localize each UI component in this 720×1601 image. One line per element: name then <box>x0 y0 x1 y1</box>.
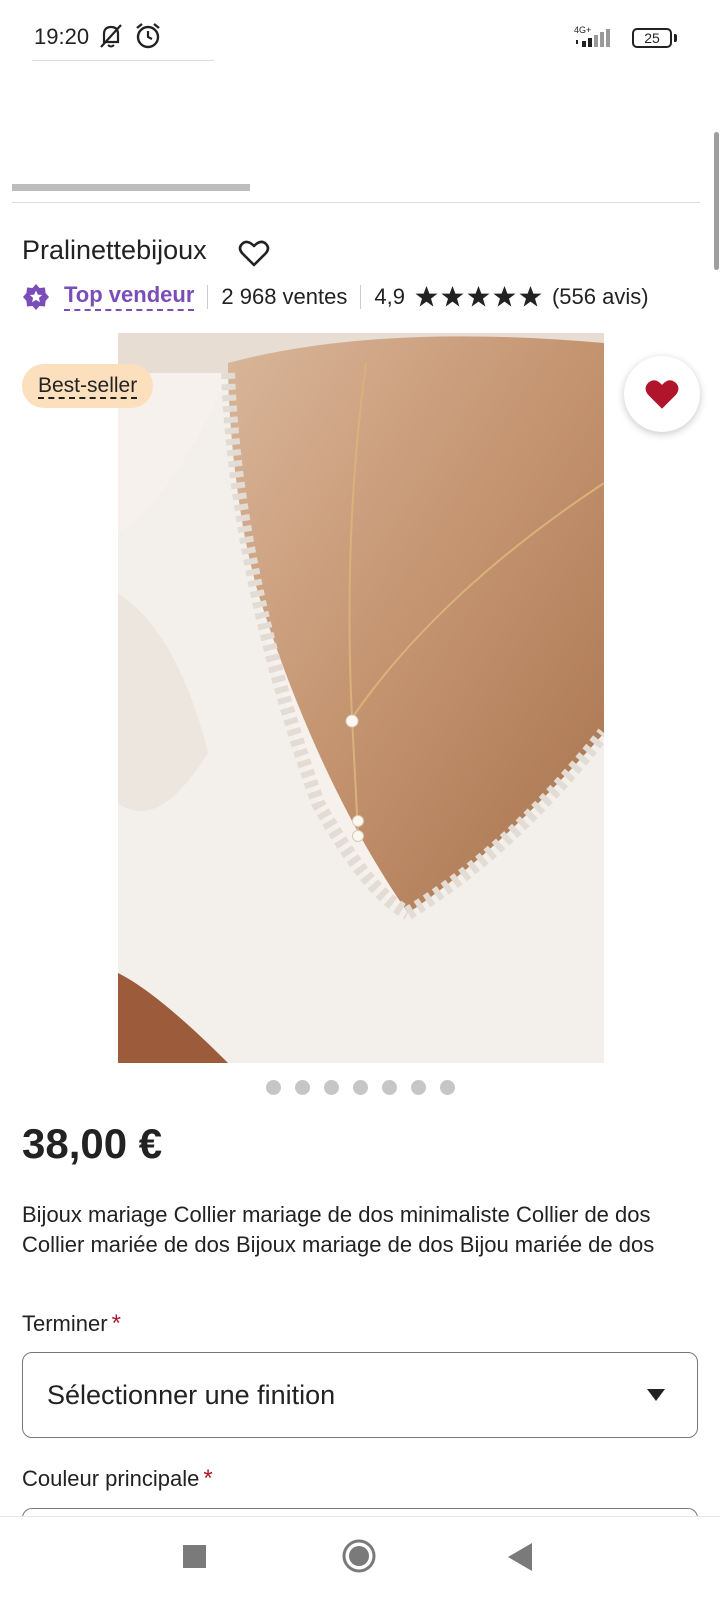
alarm-icon <box>136 23 160 49</box>
finish-select[interactable]: Sélectionner une finition <box>22 1352 698 1438</box>
shop-name[interactable]: Pralinettebijoux <box>22 235 207 266</box>
color-label: Couleur principale * <box>22 1465 213 1493</box>
rating-stars <box>415 285 542 308</box>
separator <box>207 284 209 309</box>
scrollbar[interactable] <box>714 132 719 270</box>
rating-value: 4,9 <box>374 283 405 309</box>
shop-meta: Top vendeur 2 968 ventes 4,9 (556 avis) <box>22 282 649 311</box>
color-label-text: Couleur principale <box>22 1466 200 1491</box>
heart-outline-icon[interactable] <box>238 238 270 268</box>
product-price: 38,00 € <box>22 1120 163 1167</box>
caret-down-icon <box>647 1389 665 1401</box>
carousel-dot[interactable] <box>295 1080 310 1095</box>
recents-icon[interactable] <box>183 1545 206 1568</box>
required-mark: * <box>111 1310 121 1337</box>
carousel-dot[interactable] <box>266 1080 281 1095</box>
best-seller-badge[interactable]: Best-seller <box>22 364 154 408</box>
carousel-dots <box>266 1080 455 1095</box>
status-time: 19:20 <box>34 24 90 49</box>
status-icons <box>96 22 162 50</box>
carousel-dot[interactable] <box>411 1080 426 1095</box>
status-divider <box>32 60 214 61</box>
star-icon <box>519 285 542 307</box>
product-image[interactable] <box>118 333 604 1063</box>
star-icon <box>467 285 490 307</box>
sales-count: 2 968 ventes <box>221 283 348 309</box>
star-icon <box>441 285 464 307</box>
carousel-dot[interactable] <box>382 1080 397 1095</box>
favorite-button[interactable] <box>624 356 700 432</box>
carousel-dot[interactable] <box>440 1080 455 1095</box>
separator <box>360 284 362 309</box>
heart-filled-icon <box>645 380 679 409</box>
battery-icon: 25 <box>632 28 672 48</box>
signal-icon: 4G+ <box>574 25 610 47</box>
product-title: Bijoux mariage Collier mariage de dos mi… <box>22 1202 655 1257</box>
star-icon <box>493 285 516 307</box>
loading-bar <box>12 184 250 191</box>
finish-label: Terminer * <box>22 1310 121 1338</box>
mute-icon <box>100 24 122 48</box>
product-photo <box>118 333 604 1063</box>
star-badge-icon <box>23 283 49 310</box>
top-seller-link[interactable]: Top vendeur <box>64 282 195 311</box>
best-seller-label: Best-seller <box>38 374 138 399</box>
back-icon[interactable] <box>508 1543 532 1571</box>
carousel-dot[interactable] <box>324 1080 339 1095</box>
network-type: 4G+ <box>574 25 591 35</box>
header-divider <box>12 202 700 203</box>
required-mark: * <box>203 1465 213 1492</box>
finish-label-text: Terminer <box>22 1311 108 1336</box>
home-icon[interactable] <box>341 1538 377 1574</box>
battery-tip <box>674 34 677 42</box>
review-count[interactable]: (556 avis) <box>552 284 649 310</box>
star-icon <box>415 285 438 307</box>
carousel-dot[interactable] <box>353 1080 368 1095</box>
finish-select-value: Sélectionner une finition <box>47 1379 336 1410</box>
